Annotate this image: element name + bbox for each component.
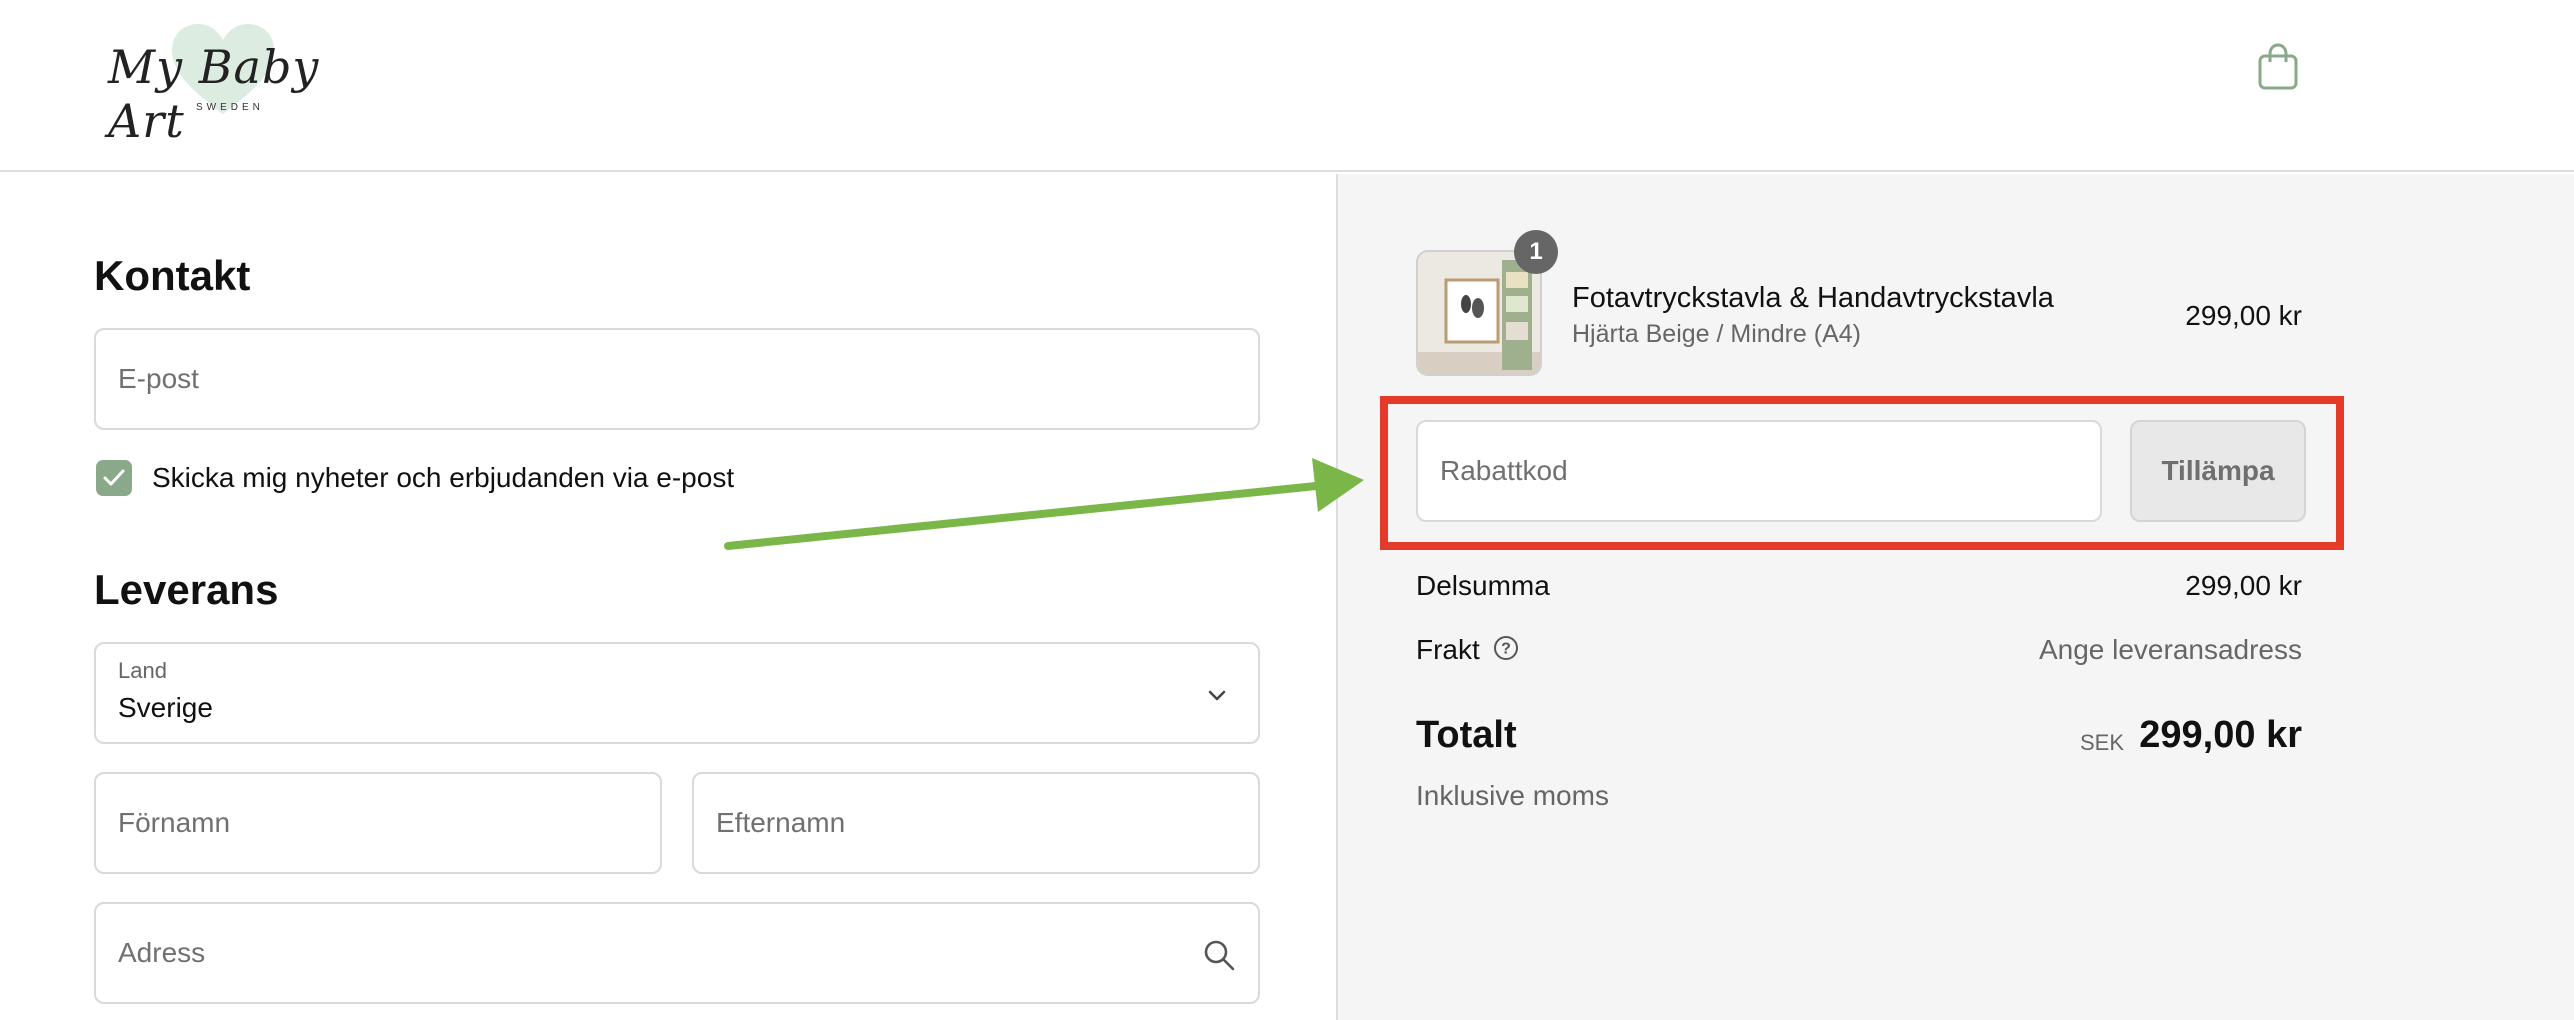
tax-note: Inklusive moms	[1416, 780, 1609, 811]
total-value: 299,00 kr	[2139, 714, 2302, 756]
logo-subtitle: SWEDEN	[196, 102, 264, 113]
address-field[interactable]: Adress	[94, 902, 1260, 1004]
total-label: Totalt	[1416, 714, 1517, 756]
product-variant: Hjärta Beige / Mindre (A4)	[1572, 320, 1862, 348]
chevron-down-icon	[1208, 690, 1226, 701]
subtotal-value: 299,00 kr	[2185, 570, 2302, 601]
highlight-box	[1380, 396, 2344, 550]
newsletter-label: Skicka mig nyheter och erbjudanden via e…	[152, 462, 735, 493]
email-field[interactable]: E-post	[94, 328, 1260, 430]
subtotal-label: Delsumma	[1416, 570, 1550, 601]
currency-code: SEK	[2079, 730, 2124, 755]
logo-text: My Baby Art	[108, 40, 320, 148]
country-value: Sverige	[118, 692, 213, 723]
address-placeholder: Adress	[118, 937, 206, 968]
country-select[interactable]: Land Sverige	[94, 642, 1260, 744]
svg-text:?: ?	[1501, 641, 1511, 658]
logo[interactable]: My Baby Art SWEDEN	[108, 18, 358, 148]
last-name-field[interactable]: Efternamn	[692, 772, 1260, 874]
first-name-field[interactable]: Förnamn	[94, 772, 662, 874]
checkout-form: Kontakt E-post Skicka mig nyheter och er…	[0, 174, 1336, 1020]
help-icon[interactable]: ?	[1492, 634, 1520, 662]
search-icon[interactable]	[1202, 938, 1236, 972]
last-name-placeholder: Efternamn	[716, 807, 846, 838]
country-label: Land	[118, 658, 167, 683]
product-price: 299,00 kr	[2185, 300, 2302, 331]
quantity-badge: 1	[1514, 230, 1558, 274]
shipping-value: Ange leveransadress	[2038, 634, 2302, 665]
header: My Baby Art SWEDEN	[0, 0, 2574, 172]
contact-heading: Kontakt	[94, 252, 251, 299]
product-title: Fotavtryckstavla & Handavtryckstavla	[1572, 282, 2054, 314]
order-summary: 1 Fotavtryckstavla & Handavtryckstavla H…	[1336, 174, 2574, 1020]
shopping-bag-icon[interactable]	[2256, 42, 2300, 92]
first-name-placeholder: Förnamn	[118, 807, 231, 838]
check-icon	[103, 469, 125, 486]
email-placeholder: E-post	[118, 363, 199, 394]
newsletter-checkbox[interactable]	[96, 460, 132, 496]
shipping-label: Frakt	[1416, 634, 1480, 665]
delivery-heading: Leverans	[94, 566, 279, 613]
